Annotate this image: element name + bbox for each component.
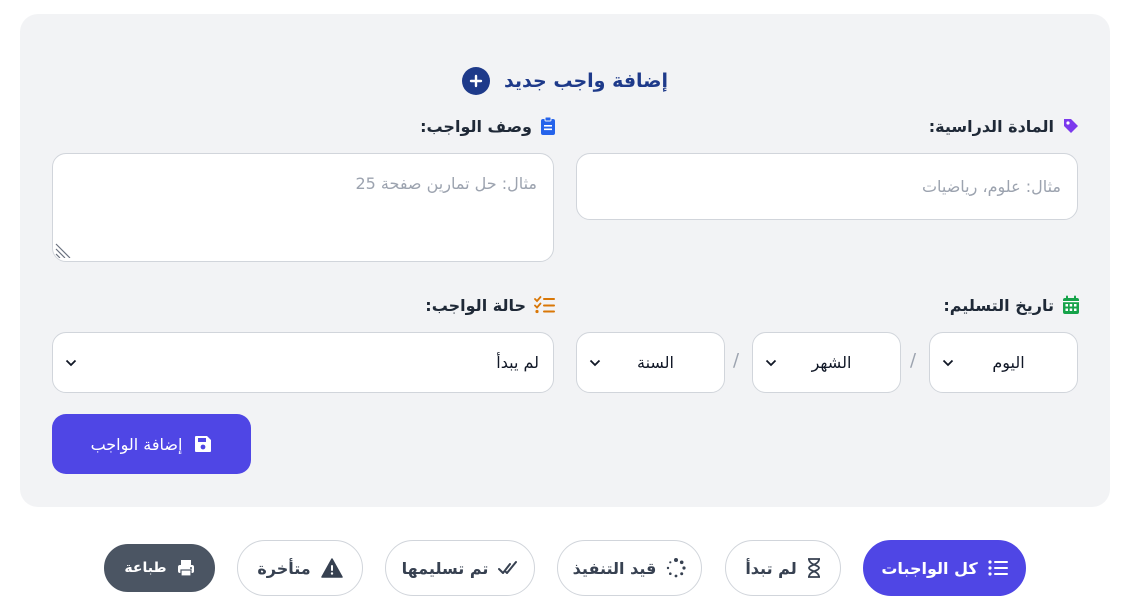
clipboard-icon xyxy=(541,116,555,135)
hourglass-icon xyxy=(807,558,820,578)
chevron-down-icon xyxy=(65,359,77,366)
year-select[interactable]: السنة xyxy=(576,332,725,393)
due-date-label-text: تاريخ التسليم: xyxy=(943,295,1054,315)
status-label: حالة الواجب: xyxy=(425,292,556,318)
status-label-text: حالة الواجب: xyxy=(425,295,526,315)
add-homework-button[interactable]: إضافة الواجب xyxy=(52,414,251,474)
date-separator: / xyxy=(733,350,740,371)
description-label-text: وصف الواجب: xyxy=(420,116,532,136)
status-select-value: لم يبدأ xyxy=(496,353,539,372)
day-select-value: اليوم xyxy=(992,353,1025,372)
list-icon xyxy=(988,560,1008,576)
day-select[interactable]: اليوم xyxy=(929,332,1078,393)
checklist-icon xyxy=(534,296,555,314)
form-title: إضافة واجب جديد xyxy=(503,70,669,92)
calendar-icon xyxy=(1063,295,1079,314)
filter-all-label: كل الواجبات xyxy=(881,558,978,578)
status-select[interactable]: لم يبدأ xyxy=(52,332,554,393)
save-icon xyxy=(195,436,212,452)
filter-submitted-label: تم تسليمها xyxy=(401,558,489,578)
description-textarea[interactable] xyxy=(52,153,554,262)
filter-not-started-label: لم تبدأ xyxy=(745,558,797,578)
chevron-down-icon xyxy=(765,359,777,366)
resize-handle-icon[interactable] xyxy=(54,240,74,258)
due-date-label: تاريخ التسليم: xyxy=(943,292,1080,318)
tag-icon xyxy=(1064,119,1078,133)
printer-icon xyxy=(177,560,194,577)
filter-not-started-button[interactable]: لم تبدأ xyxy=(725,540,841,596)
filter-late-label: متأخرة xyxy=(257,558,311,578)
add-homework-button-label: إضافة الواجب xyxy=(90,434,183,454)
print-button-label: طباعة xyxy=(124,560,167,576)
month-select[interactable]: الشهر xyxy=(752,332,901,393)
subject-label: المادة الدراسية: xyxy=(929,113,1080,139)
date-separator: / xyxy=(910,350,917,371)
filter-bar: كل الواجبات لم تبدأ قيد التنفيذ تم تسليم… xyxy=(0,540,1129,596)
subject-label-text: المادة الدراسية: xyxy=(928,116,1054,136)
warning-icon xyxy=(320,558,343,578)
month-select-value: الشهر xyxy=(811,353,852,372)
description-label: وصف الواجب: xyxy=(420,113,556,139)
filter-all-button[interactable]: كل الواجبات xyxy=(863,540,1026,596)
subject-input[interactable] xyxy=(576,153,1078,220)
plus-circle-icon xyxy=(461,67,490,95)
filter-submitted-button[interactable]: تم تسليمها xyxy=(385,540,535,596)
year-select-value: السنة xyxy=(637,353,674,372)
print-button[interactable]: طباعة xyxy=(104,544,215,592)
spinner-icon xyxy=(667,558,686,578)
form-header: إضافة واجب جديد xyxy=(20,66,1110,96)
filter-in-progress-label: قيد التنفيذ xyxy=(572,558,657,578)
double-check-icon xyxy=(498,561,518,574)
chevron-down-icon xyxy=(942,359,954,366)
filter-in-progress-button[interactable]: قيد التنفيذ xyxy=(557,540,702,596)
chevron-down-icon xyxy=(589,359,601,366)
filter-late-button[interactable]: متأخرة xyxy=(237,540,363,596)
